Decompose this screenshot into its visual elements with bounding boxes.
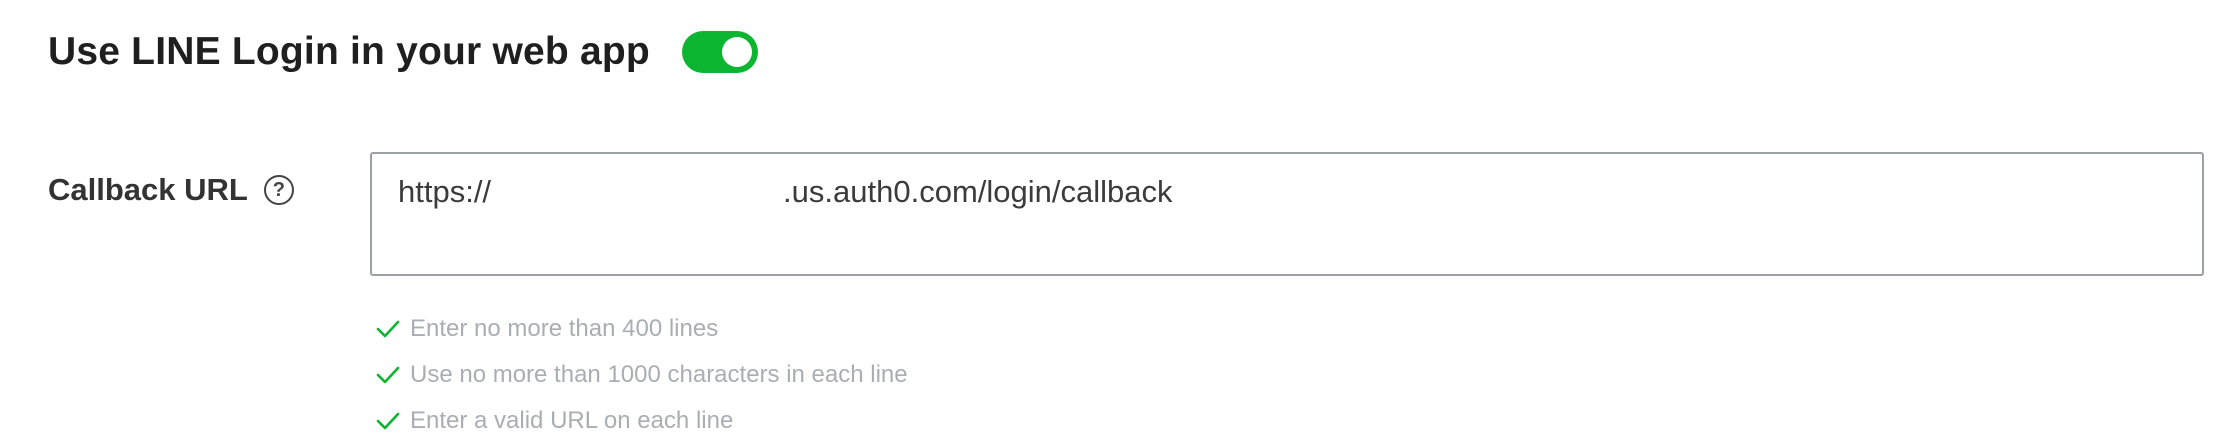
web-app-login-header: Use LINE Login in your web app bbox=[48, 22, 758, 82]
callback-url-suffix: .us.auth0.com/login/callback bbox=[783, 174, 1173, 209]
line-login-settings: Use LINE Login in your web app Callback … bbox=[0, 0, 2224, 446]
toggle-knob bbox=[721, 37, 752, 67]
check-icon bbox=[376, 320, 400, 338]
validation-rule: Use no more than 1000 characters in each… bbox=[374, 352, 908, 398]
validation-rule-text: Use no more than 1000 characters in each… bbox=[410, 361, 908, 388]
section-title: Use LINE Login in your web app bbox=[48, 30, 650, 73]
validation-rules: Enter no more than 400 lines Use no more… bbox=[374, 306, 908, 444]
validation-rule-text: Enter no more than 400 lines bbox=[410, 315, 719, 342]
callback-url-label: Callback URL bbox=[48, 172, 248, 207]
web-app-login-toggle[interactable] bbox=[681, 31, 758, 73]
question-circle-icon[interactable]: ? bbox=[263, 175, 294, 205]
validation-rule-text: Enter a valid URL on each line bbox=[410, 407, 734, 434]
validation-rule: Enter a valid URL on each line bbox=[374, 398, 908, 444]
check-icon bbox=[376, 366, 400, 384]
callback-url-label-group: Callback URL ? bbox=[48, 170, 294, 210]
callback-url-textarea[interactable]: https:// .us.auth0.com/login/callback bbox=[370, 152, 2204, 276]
validation-rule: Enter no more than 400 lines bbox=[374, 306, 908, 352]
callback-url-prefix: https:// bbox=[398, 174, 492, 209]
check-icon bbox=[376, 412, 400, 430]
